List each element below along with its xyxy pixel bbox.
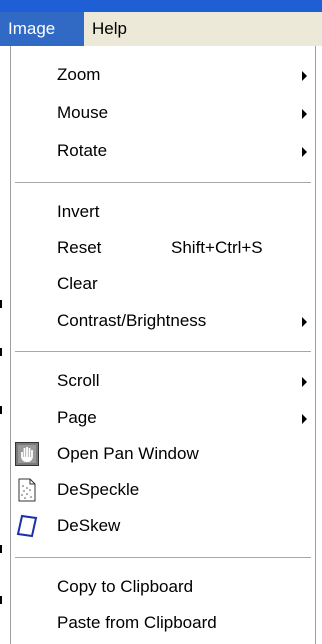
background-edge-mark xyxy=(0,300,2,308)
menu-item-scroll[interactable]: Scroll xyxy=(11,364,315,398)
menu-item-page[interactable]: Page xyxy=(11,401,315,435)
menu-item-label: Contrast/Brightness xyxy=(57,311,207,330)
hand-pan-icon xyxy=(15,442,39,466)
submenu-arrow-icon xyxy=(302,147,307,157)
despeckle-page-icon xyxy=(15,478,39,502)
menu-item-label: DeSkew xyxy=(57,516,121,535)
menu-separator xyxy=(15,351,311,353)
menubar-image[interactable]: Image xyxy=(0,12,84,46)
menu-item-label: Scroll xyxy=(57,371,100,390)
submenu-arrow-icon xyxy=(302,377,307,387)
menu-item-label: Invert xyxy=(57,202,100,221)
menu-separator xyxy=(15,182,311,184)
menu-bar: Image Help xyxy=(0,12,322,46)
background-edge-mark xyxy=(0,406,2,414)
menu-item-contrast-brightness[interactable]: Contrast/Brightness xyxy=(11,304,315,338)
menu-item-deskew[interactable]: DeSkew xyxy=(11,509,315,543)
menu-item-despeckle[interactable]: DeSpeckle xyxy=(11,473,315,507)
menu-item-label: Mouse xyxy=(57,103,109,122)
menu-item-zoom[interactable]: Zoom xyxy=(11,58,315,92)
image-menu-dropdown: Zoom Mouse Rotate Invert Reset Shift+Ctr… xyxy=(10,46,316,644)
menubar-help[interactable]: Help xyxy=(84,12,144,46)
menu-item-label: Page xyxy=(57,408,97,427)
menu-item-paste-from-clipboard[interactable]: Paste from Clipboard xyxy=(11,606,315,640)
submenu-arrow-icon xyxy=(302,71,307,81)
menu-item-copy-to-clipboard[interactable]: Copy to Clipboard xyxy=(11,570,315,604)
submenu-arrow-icon xyxy=(302,317,307,327)
background-edge-mark xyxy=(0,545,2,553)
background-edge-mark xyxy=(0,348,2,356)
window-title-bar-strip xyxy=(0,0,322,12)
menu-item-rotate[interactable]: Rotate xyxy=(11,134,315,168)
background-edge-mark xyxy=(0,596,2,604)
menu-separator xyxy=(15,557,311,559)
menu-item-label: DeSpeckle xyxy=(57,480,140,499)
menu-item-reset[interactable]: Reset Shift+Ctrl+S xyxy=(11,231,315,265)
menu-item-label: Open Pan Window xyxy=(57,444,199,463)
menu-item-label: Clear xyxy=(57,274,98,293)
menu-item-label: Zoom xyxy=(57,65,101,84)
menu-item-mouse[interactable]: Mouse xyxy=(11,96,315,130)
submenu-arrow-icon xyxy=(302,414,307,424)
menu-item-label: Copy to Clipboard xyxy=(57,577,194,596)
menu-item-shortcut: Shift+Ctrl+S xyxy=(171,238,263,257)
menu-item-label: Paste from Clipboard xyxy=(57,613,217,632)
deskew-page-icon xyxy=(15,514,39,538)
menu-item-invert[interactable]: Invert xyxy=(11,195,315,229)
menu-item-open-pan-window[interactable]: Open Pan Window xyxy=(11,437,315,471)
submenu-arrow-icon xyxy=(302,109,307,119)
menu-item-label: Reset xyxy=(57,238,102,257)
menu-item-clear[interactable]: Clear xyxy=(11,267,315,301)
menu-item-label: Rotate xyxy=(57,141,108,160)
